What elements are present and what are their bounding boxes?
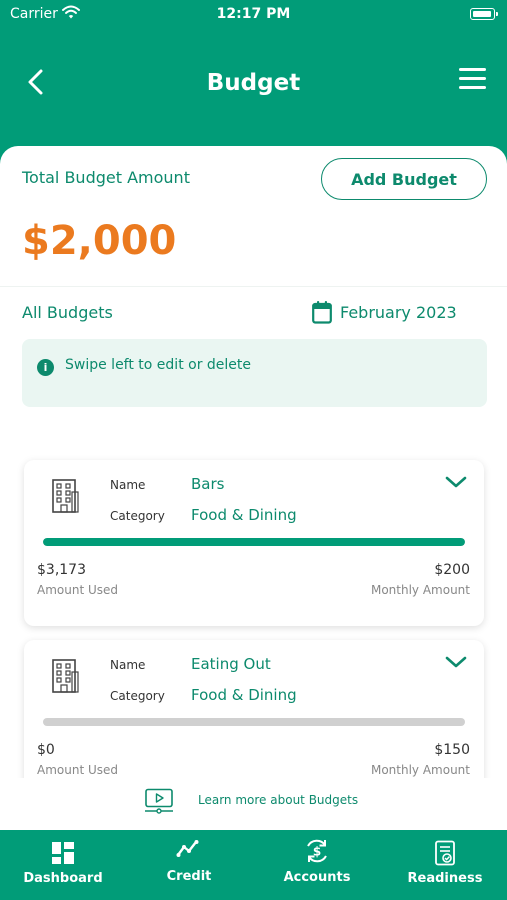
- tab-readiness[interactable]: Readiness: [382, 830, 507, 900]
- total-budget-amount: $2,000: [22, 218, 177, 264]
- info-text: Swipe left to edit or delete: [65, 357, 252, 373]
- progress-track: [43, 718, 465, 726]
- tab-bar: Dashboard Credit $ Accounts Readiness: [0, 830, 507, 900]
- building-icon: [52, 659, 79, 693]
- name-label: Name: [110, 658, 146, 672]
- chevron-down-icon[interactable]: [444, 654, 468, 670]
- clock: 12:17 PM: [216, 6, 291, 22]
- category-label: Category: [110, 689, 165, 703]
- progress-fill: [43, 538, 465, 546]
- info-banner: i Swipe left to edit or delete: [22, 339, 487, 407]
- hamburger-icon: [459, 68, 486, 71]
- content-card: Total Budget Amount Add Budget $2,000 Al…: [0, 146, 507, 830]
- menu-button[interactable]: [459, 68, 487, 92]
- tab-dashboard[interactable]: Dashboard: [0, 830, 126, 900]
- category-label: Category: [110, 509, 165, 523]
- amount-used-label: Amount Used: [37, 763, 119, 777]
- budget-category: Food & Dining: [191, 506, 297, 524]
- monthly-amount-value: $200: [434, 562, 470, 578]
- building-icon: [52, 479, 79, 513]
- name-label: Name: [110, 478, 146, 492]
- calendar-icon: [312, 301, 332, 324]
- status-bar: Carrier 12:17 PM: [0, 0, 507, 30]
- budget-name: Bars: [191, 475, 225, 493]
- amount-used-value: $3,173: [37, 562, 86, 578]
- monthly-amount-label: Monthly Amount: [370, 583, 470, 597]
- tab-label: Readiness: [407, 871, 483, 886]
- learn-more-link[interactable]: Learn more about Budgets: [0, 786, 507, 816]
- trend-line-icon: [176, 840, 199, 857]
- monthly-amount-label: Monthly Amount: [370, 763, 470, 777]
- amount-used-label: Amount Used: [37, 583, 119, 597]
- budget-name: Eating Out: [191, 655, 271, 673]
- video-play-icon: [145, 788, 173, 814]
- svg-text:$: $: [313, 845, 321, 859]
- tab-label: Credit: [166, 869, 212, 884]
- budget-card[interactable]: Name Bars Category Food & Dining $3,173 …: [24, 460, 484, 626]
- tab-label: Dashboard: [23, 871, 103, 886]
- page-title: Budget: [206, 70, 301, 96]
- battery-icon: [470, 8, 498, 20]
- tab-accounts[interactable]: $ Accounts: [254, 830, 380, 900]
- all-budgets-label: All Budgets: [22, 303, 113, 322]
- monthly-amount-value: $150: [434, 742, 470, 758]
- tab-label: Accounts: [283, 870, 351, 885]
- checklist-icon: [435, 840, 455, 866]
- dashboard-icon: [52, 842, 74, 864]
- chevron-down-icon[interactable]: [444, 474, 468, 490]
- divider: [0, 286, 507, 287]
- info-icon: i: [37, 359, 54, 376]
- nav-header: Budget: [0, 56, 507, 112]
- amount-used-value: $0: [37, 742, 55, 758]
- budget-category: Food & Dining: [191, 686, 297, 704]
- tab-credit[interactable]: Credit: [126, 830, 252, 900]
- total-budget-label: Total Budget Amount: [22, 168, 190, 187]
- selected-month: February 2023: [340, 303, 457, 322]
- learn-more-text: Learn more about Budgets: [198, 793, 359, 807]
- dollar-exchange-icon: $: [307, 839, 327, 863]
- add-budget-button[interactable]: Add Budget: [321, 158, 487, 200]
- progress-track: [43, 538, 465, 546]
